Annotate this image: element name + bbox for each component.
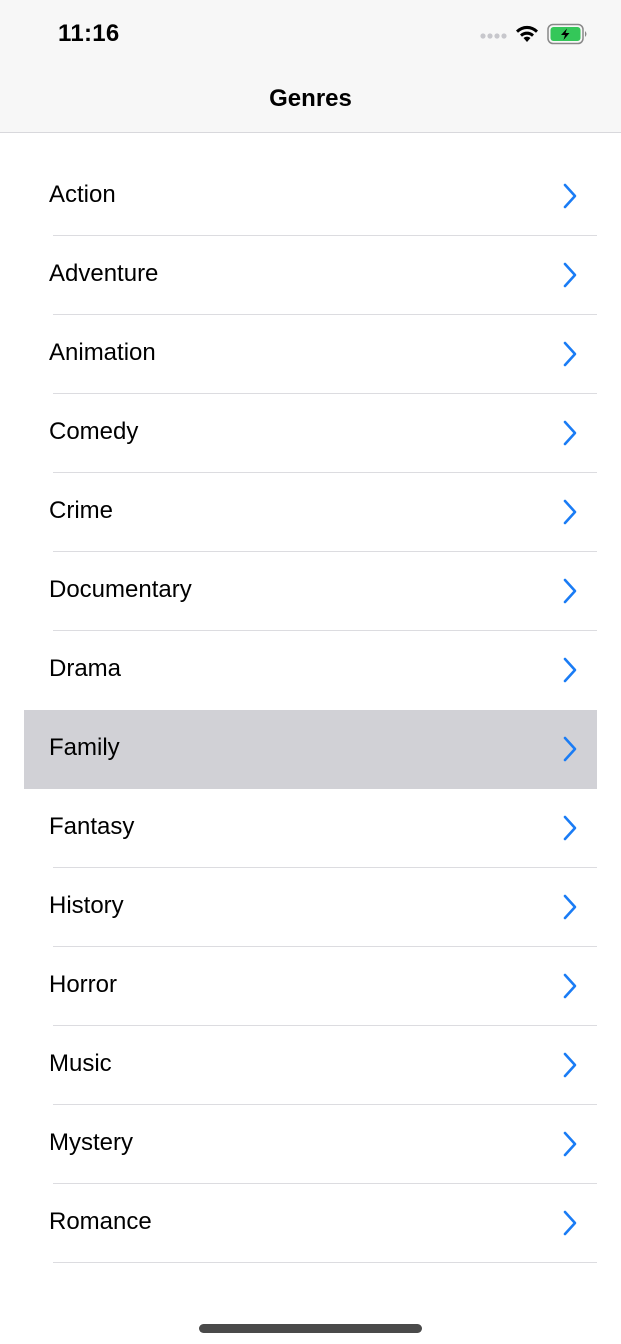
home-indicator[interactable] [199,1324,422,1333]
chevron-right-icon [563,578,577,604]
chevron-right-icon [563,973,577,999]
genre-label: Action [49,181,116,208]
genre-label: Mystery [49,1129,133,1156]
signal-icon [480,33,507,39]
page-title: Genres [269,85,352,112]
genre-label: Horror [49,971,118,998]
list-item[interactable]: Action [24,157,597,236]
battery-icon [547,23,587,45]
list-item[interactable]: Documentary [24,552,597,631]
list-item[interactable]: Animation [24,315,597,394]
list-item[interactable]: Drama [24,631,597,710]
genre-label: Comedy [49,418,139,445]
chevron-right-icon [563,736,577,762]
navigation-bar: 11:16 Genres [0,0,621,133]
list-item[interactable]: Fantasy [24,789,597,868]
chevron-right-icon [563,183,577,209]
list-item[interactable]: Music [24,1026,597,1105]
list-item[interactable]: Mystery [24,1105,597,1184]
genre-label: Music [49,1050,112,1077]
status-time: 11:16 [58,20,120,47]
genre-label: Adventure [49,260,159,287]
genre-label: Romance [49,1208,152,1235]
genre-label: Animation [49,339,156,366]
genre-label: Crime [49,497,113,524]
list-item[interactable]: History [24,868,597,947]
chevron-right-icon [563,1052,577,1078]
chevron-right-icon [563,1131,577,1157]
chevron-right-icon [563,894,577,920]
list-item[interactable]: Adventure [24,236,597,315]
chevron-right-icon [563,499,577,525]
chevron-right-icon [563,262,577,288]
genre-label: Drama [49,655,122,682]
list-item[interactable]: Horror [24,947,597,1026]
wifi-icon [516,25,538,42]
genre-label: Family [49,734,120,761]
list-item[interactable]: Romance [24,1184,597,1263]
chevron-right-icon [563,1210,577,1236]
chevron-right-icon [563,420,577,446]
row-separator [53,1262,597,1263]
chevron-right-icon [563,815,577,841]
genre-label: Fantasy [49,813,135,840]
chevron-right-icon [563,657,577,683]
list-item[interactable]: Crime [24,473,597,552]
list-item[interactable]: Comedy [24,394,597,473]
chevron-right-icon [563,341,577,367]
list-item[interactable]: Family [24,710,597,789]
genre-label: History [49,892,124,919]
genre-list: Action Adventure Animation Comedy Crime Docum… [24,157,597,1263]
genre-label: Documentary [49,576,192,603]
